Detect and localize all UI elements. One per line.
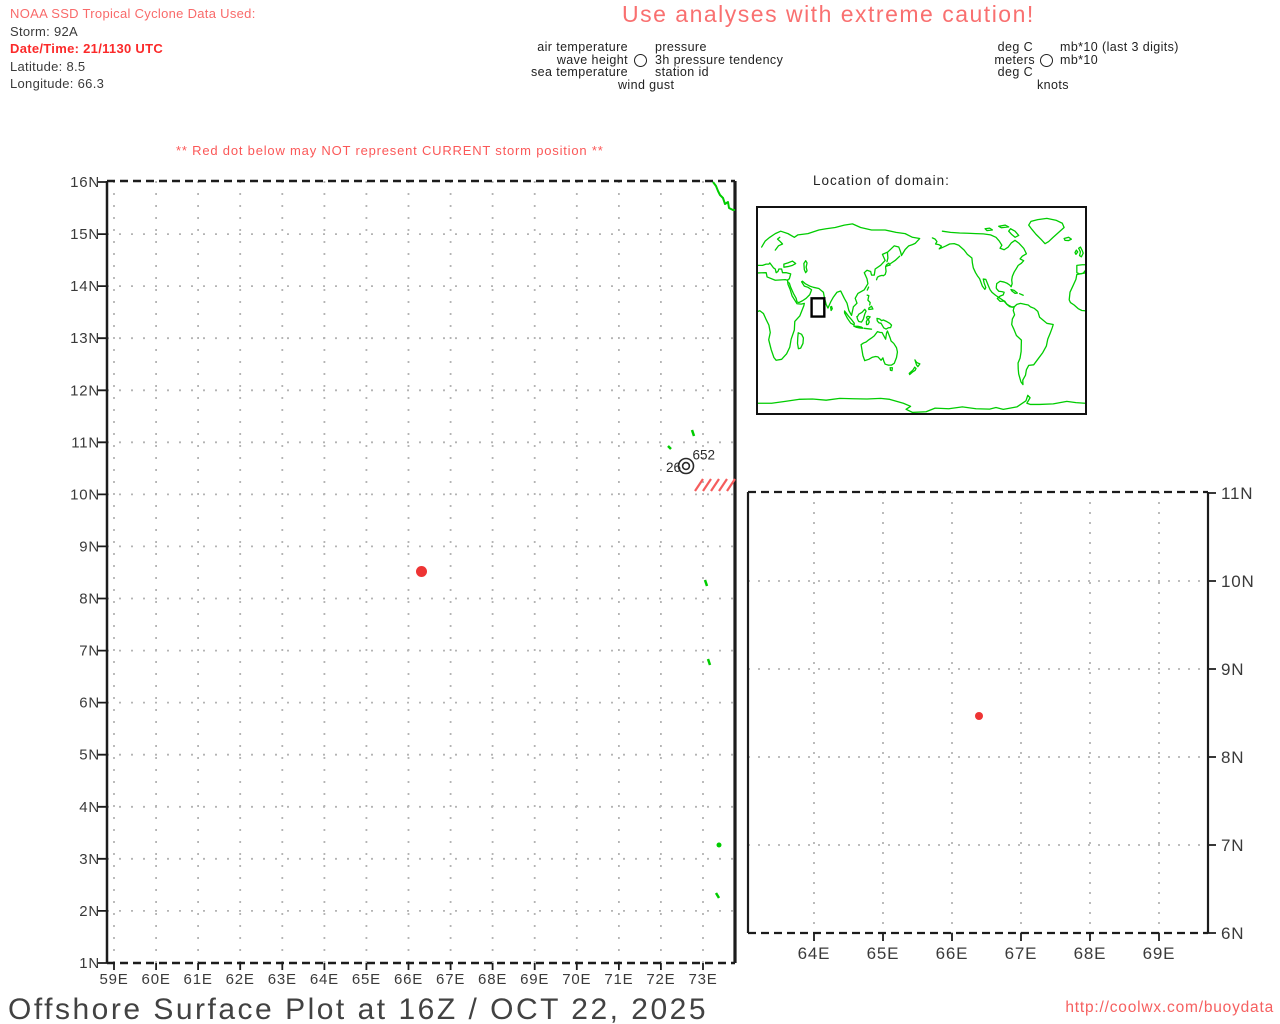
x-tick-label: 64E <box>798 944 831 963</box>
inset-plot-y-tick-labels: 11N 10N 9N 8N 7N 6N <box>1221 484 1255 943</box>
units-mb10-label: mb*10 <box>1060 53 1099 67</box>
x-tick-label: 61E <box>184 971 213 988</box>
x-tick-label: 59E <box>99 971 128 988</box>
y-tick-label: 16N <box>70 174 100 191</box>
domain-box <box>812 298 825 316</box>
x-tick-label: 68E <box>1074 944 1107 963</box>
y-tick-label: 9N <box>1221 660 1244 679</box>
inset-plot-bottom-ticks <box>813 933 1160 941</box>
island-marks <box>667 429 721 899</box>
storm-position-warning: ** Red dot below may NOT represent CURRE… <box>176 143 604 158</box>
units-deg-c2-label: deg C <box>997 65 1033 79</box>
storm-info-block: NOAA SSD Tropical Cyclone Data Used: Sto… <box>10 5 256 93</box>
data-source-line: NOAA SSD Tropical Cyclone Data Used: <box>10 6 256 21</box>
x-tick-label: 67E <box>436 971 465 988</box>
y-tick-label: 11N <box>71 434 100 451</box>
legend-pressure-label: pressure <box>655 40 707 54</box>
world-map-canvas <box>758 208 1085 413</box>
storm-position-dot <box>416 566 427 577</box>
offshore-surface-plot-page: 16N 15N 14N 13N 12N 11N 10N 9N 8N 7N 6N … <box>0 0 1280 1024</box>
datetime-line: Date/Time: 21/1130 UTC <box>10 41 164 56</box>
y-tick-label: 13N <box>70 330 100 347</box>
station-id-value: 652 <box>693 448 716 463</box>
x-tick-label: 63E <box>268 971 297 988</box>
y-tick-label: 10N <box>1221 572 1255 591</box>
x-tick-label: 60E <box>142 971 171 988</box>
x-tick-label: 66E <box>936 944 969 963</box>
station-hatch-marks <box>694 478 736 492</box>
caution-banner: Use analyses with extreme caution! <box>622 1 1035 27</box>
x-tick-label: 69E <box>520 971 549 988</box>
x-tick-label: 67E <box>1005 944 1038 963</box>
station-observation: 26 652 <box>666 448 736 492</box>
x-tick-label: 68E <box>478 971 507 988</box>
world-coastlines <box>758 218 1085 412</box>
y-tick-label: 3N <box>79 851 100 868</box>
y-tick-label: 1N <box>79 955 100 972</box>
inset-plot-vertical-gridlines <box>813 492 1160 933</box>
plot-title: Offshore Surface Plot at 16Z / OCT 22, 2… <box>8 993 709 1024</box>
y-tick-label: 10N <box>70 486 100 503</box>
x-tick-label: 62E <box>226 971 255 988</box>
x-tick-label: 70E <box>562 971 591 988</box>
inset-plot-x-tick-labels: 64E 65E 66E 67E 68E 69E <box>798 944 1176 963</box>
x-tick-label: 66E <box>394 971 423 988</box>
main-plot-y-tick-labels: 16N 15N 14N 13N 12N 11N 10N 9N 8N 7N 6N … <box>70 174 100 972</box>
x-tick-label: 64E <box>310 971 339 988</box>
station-inner-circle <box>681 461 691 471</box>
station-left-value: 26 <box>666 460 681 475</box>
station-model-circle-icon <box>634 54 647 67</box>
india-tip-coastline <box>712 181 735 211</box>
main-plot: 16N 15N 14N 13N 12N 11N 10N 9N 8N 7N 6N … <box>70 174 737 988</box>
y-tick-label: 8N <box>1221 748 1244 767</box>
storm-id-line: Storm: 92A <box>10 23 79 39</box>
y-tick-label: 14N <box>70 278 100 295</box>
legend-station-id-label: station id <box>655 65 710 79</box>
inset-plot-right-ticks <box>1208 492 1216 934</box>
main-plot-left-ticks <box>97 181 107 964</box>
y-tick-label: 12N <box>70 382 100 399</box>
units-knots-label: knots <box>1037 78 1069 92</box>
legend-air-temperature-label: air temperature <box>537 40 628 54</box>
source-url: http://coolwx.com/buoydata <box>1065 999 1274 1016</box>
units-deg-c-label: deg C <box>997 40 1033 54</box>
coastline-fragments <box>667 181 735 899</box>
inset-plot: 64E 65E 66E 67E 68E 69E 11N 10N 9N 8N 7N… <box>746 484 1255 963</box>
y-tick-label: 4N <box>79 799 100 816</box>
x-tick-label: 69E <box>1143 944 1176 963</box>
legend-sea-temperature-label: sea temperature <box>530 65 628 79</box>
y-tick-label: 9N <box>79 538 100 555</box>
y-tick-label: 11N <box>1221 484 1253 503</box>
main-plot-x-tick-labels: 59E 60E 61E 62E 63E 64E 65E 66E 67E 68E … <box>99 971 717 988</box>
y-tick-label: 15N <box>70 226 100 243</box>
y-tick-label: 5N <box>79 747 100 764</box>
x-tick-label: 65E <box>867 944 900 963</box>
units-mb10-last3-label: mb*10 (last 3 digits) <box>1060 40 1179 54</box>
x-tick-label: 72E <box>646 971 675 988</box>
latitude-line: Latitude: 8.5 <box>10 58 86 74</box>
domain-map <box>756 206 1087 415</box>
y-tick-label: 7N <box>79 643 100 660</box>
longitude-line: Longitude: 66.3 <box>10 76 105 91</box>
y-tick-label: 8N <box>79 591 100 608</box>
y-tick-label: 2N <box>79 903 100 920</box>
storm-position-dot-inset <box>975 712 983 720</box>
x-tick-label: 65E <box>352 971 381 988</box>
island-dot <box>716 842 722 848</box>
main-plot-vertical-gridlines <box>113 181 704 963</box>
y-tick-label: 6N <box>1221 924 1244 943</box>
y-tick-label: 7N <box>1221 836 1244 855</box>
x-tick-label: 73E <box>688 971 717 988</box>
x-tick-label: 71E <box>604 971 633 988</box>
legend-wind-gust-label: wind gust <box>618 78 675 92</box>
units-circle-icon <box>1040 54 1053 67</box>
y-tick-label: 6N <box>79 695 100 712</box>
domain-map-title: Location of domain: <box>813 173 950 188</box>
